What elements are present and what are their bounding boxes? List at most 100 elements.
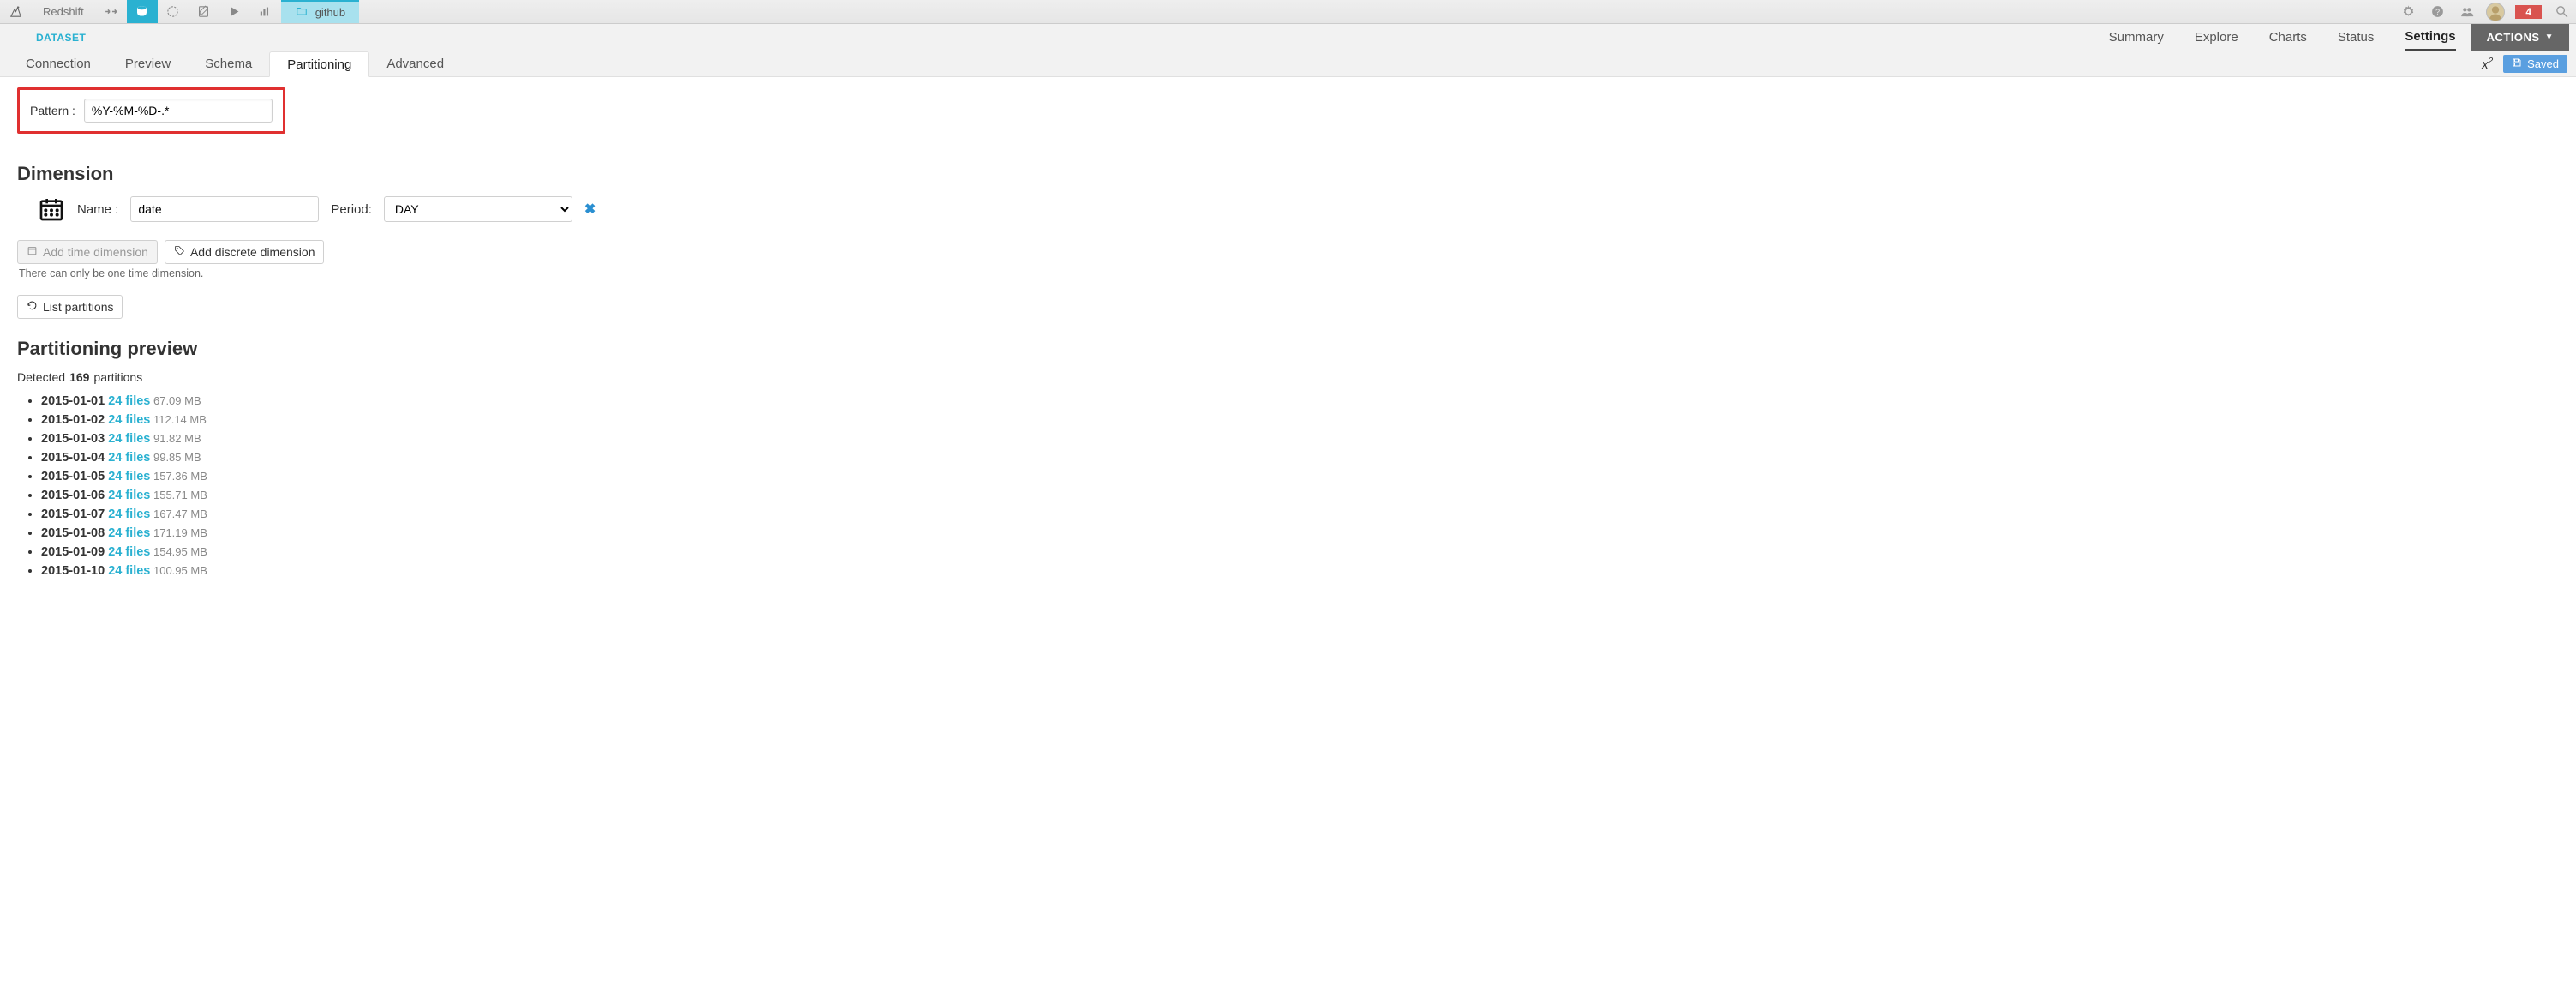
open-file-tab[interactable]: github (281, 0, 359, 23)
add-discrete-dimension-label: Add discrete dimension (190, 245, 315, 259)
nav-summary[interactable]: Summary (2109, 24, 2164, 51)
tab-schema[interactable]: Schema (188, 51, 269, 76)
project-name[interactable]: Redshift (31, 0, 96, 23)
partition-date: 2015-01-08 (41, 526, 105, 540)
partition-files-link[interactable]: 24 files (105, 394, 150, 408)
partition-date: 2015-01-03 (41, 432, 105, 446)
list-partitions-button[interactable]: List partitions (17, 295, 123, 319)
save-icon (2512, 57, 2522, 70)
partition-files-link[interactable]: 24 files (105, 470, 150, 483)
partition-size: 154.95 MB (150, 545, 207, 558)
recipes-icon[interactable] (158, 0, 189, 23)
partition-item: 2015-01-03 24 files 91.82 MB (41, 432, 2559, 446)
app-logo-icon[interactable] (0, 0, 31, 23)
partition-size: 67.09 MB (150, 394, 201, 407)
partitioning-panel: Pattern : Dimension Name : Period: YEARM… (0, 77, 2576, 617)
partition-date: 2015-01-05 (41, 470, 105, 483)
dimension-name-label: Name : (77, 202, 118, 217)
partition-files-link[interactable]: 24 files (105, 413, 150, 427)
partition-item: 2015-01-02 24 files 112.14 MB (41, 413, 2559, 427)
detected-summary: Detected 169 partitions (17, 370, 2559, 384)
dimension-period-label: Period: (331, 202, 372, 217)
partition-date: 2015-01-02 (41, 413, 105, 427)
tab-preview[interactable]: Preview (108, 51, 188, 76)
settings-tabstrip: Connection Preview Schema Partitioning A… (0, 51, 2576, 77)
partition-size: 167.47 MB (150, 508, 207, 520)
nav-settings[interactable]: Settings (2405, 24, 2455, 51)
remove-dimension-button[interactable]: ✖ (584, 201, 596, 218)
saved-button[interactable]: Saved (2503, 55, 2567, 73)
user-avatar[interactable] (2486, 3, 2505, 21)
pattern-label: Pattern : (30, 104, 75, 117)
datasets-icon[interactable] (127, 0, 158, 23)
partition-size: 112.14 MB (150, 413, 207, 426)
tag-icon (174, 245, 185, 259)
tab-connection[interactable]: Connection (9, 51, 108, 76)
dimension-heading: Dimension (17, 163, 2559, 185)
calendar-small-icon (27, 245, 38, 259)
nav-explore[interactable]: Explore (2195, 24, 2238, 51)
partition-date: 2015-01-04 (41, 451, 105, 465)
users-icon[interactable] (2452, 0, 2481, 23)
dashboards-icon[interactable] (250, 0, 281, 23)
partition-item: 2015-01-06 24 files 155.71 MB (41, 489, 2559, 502)
detected-count: 169 (69, 370, 89, 384)
partition-files-link[interactable]: 24 files (105, 508, 150, 521)
add-discrete-dimension-button[interactable]: Add discrete dimension (165, 240, 325, 264)
folder-icon (295, 5, 309, 20)
add-time-dimension-button: Add time dimension (17, 240, 158, 264)
pattern-input[interactable] (84, 99, 273, 123)
pattern-highlight-box: Pattern : (17, 87, 285, 134)
notebook-icon[interactable] (189, 0, 219, 23)
partition-files-link[interactable]: 24 files (105, 545, 150, 559)
dataset-section-label: DATASET (36, 24, 86, 51)
partition-item: 2015-01-09 24 files 154.95 MB (41, 545, 2559, 559)
dataset-subnav: DATASET Summary Explore Charts Status Se… (0, 24, 2576, 51)
partition-size: 157.36 MB (150, 470, 207, 483)
partition-size: 100.95 MB (150, 564, 207, 577)
partition-date: 2015-01-07 (41, 508, 105, 521)
partition-size: 155.71 MB (150, 489, 207, 502)
caret-down-icon: ▼ (2545, 33, 2554, 42)
refresh-icon (27, 300, 38, 314)
partition-files-link[interactable]: 24 files (105, 451, 150, 465)
time-dimension-row: Name : Period: YEARMONTHDAYHOUR ✖ (38, 195, 2559, 223)
nav-status[interactable]: Status (2338, 24, 2375, 51)
partition-files-link[interactable]: 24 files (105, 526, 150, 540)
partition-files-link[interactable]: 24 files (105, 432, 150, 446)
partition-item: 2015-01-07 24 files 167.47 MB (41, 508, 2559, 521)
partition-files-link[interactable]: 24 files (105, 489, 150, 502)
notification-badge[interactable]: 4 (2515, 5, 2542, 19)
partition-item: 2015-01-10 24 files 100.95 MB (41, 564, 2559, 578)
search-icon[interactable] (2547, 0, 2576, 23)
partition-date: 2015-01-01 (41, 394, 105, 408)
partition-size: 99.85 MB (150, 451, 201, 464)
partition-item: 2015-01-08 24 files 171.19 MB (41, 526, 2559, 540)
dataset-nav-links: Summary Explore Charts Status Settings (2109, 24, 2456, 51)
partition-date: 2015-01-06 (41, 489, 105, 502)
partition-item: 2015-01-01 24 files 67.09 MB (41, 394, 2559, 408)
actions-dropdown-button[interactable]: ACTIONS ▼ (2471, 24, 2569, 51)
dimension-name-input[interactable] (130, 196, 319, 222)
content-scroll[interactable]: Pattern : Dimension Name : Period: YEARM… (0, 77, 2576, 991)
detected-prefix: Detected (17, 370, 65, 384)
partition-size: 171.19 MB (150, 526, 207, 539)
partition-files-link[interactable]: 24 files (105, 564, 150, 578)
dimension-period-select[interactable]: YEARMONTHDAYHOUR (384, 196, 572, 222)
nav-charts[interactable]: Charts (2269, 24, 2307, 51)
flow-icon[interactable] (96, 0, 127, 23)
partition-date: 2015-01-09 (41, 545, 105, 559)
partition-date: 2015-01-10 (41, 564, 105, 578)
preview-heading: Partitioning preview (17, 338, 2559, 360)
add-time-dimension-label: Add time dimension (43, 245, 148, 259)
tab-advanced[interactable]: Advanced (369, 51, 461, 76)
settings-gear-icon[interactable] (2393, 0, 2423, 23)
help-icon[interactable]: ? (2423, 0, 2452, 23)
formula-button[interactable]: x2 (2478, 57, 2496, 72)
saved-label: Saved (2527, 57, 2559, 70)
tab-partitioning[interactable]: Partitioning (269, 51, 369, 77)
partition-item: 2015-01-04 24 files 99.85 MB (41, 451, 2559, 465)
partition-list: 2015-01-01 24 files 67.09 MB 2015-01-02 2… (21, 394, 2559, 578)
jobs-icon[interactable] (219, 0, 250, 23)
partition-item: 2015-01-05 24 files 157.36 MB (41, 470, 2559, 483)
